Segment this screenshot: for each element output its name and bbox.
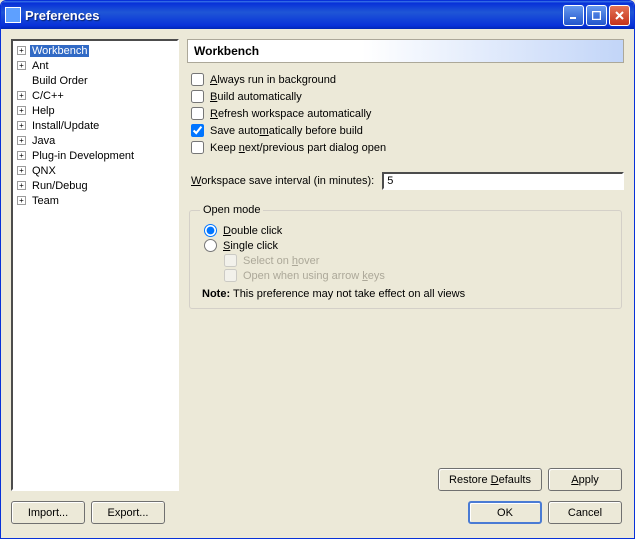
checkbox-keep-dialog[interactable] bbox=[191, 141, 204, 154]
tree-item-label: Help bbox=[30, 105, 57, 117]
tree-item-label: Build Order bbox=[30, 75, 90, 87]
label-build-automatically: Build automatically bbox=[210, 91, 302, 103]
note-label: Note: bbox=[202, 288, 230, 300]
tree-item-label: Install/Update bbox=[30, 120, 101, 132]
interval-input[interactable] bbox=[382, 172, 624, 190]
option-run-background[interactable]: Always run in background bbox=[187, 73, 624, 86]
radio-double-click[interactable] bbox=[204, 224, 217, 237]
expand-icon[interactable]: + bbox=[17, 196, 26, 205]
open-mode-group: Open mode Double click Single click Sele… bbox=[189, 204, 622, 309]
checkbox-run-background[interactable] bbox=[191, 73, 204, 86]
label-save-before-build: Save automatically before build bbox=[210, 125, 363, 137]
expand-icon[interactable]: + bbox=[17, 121, 26, 130]
tree-item-label: Java bbox=[30, 135, 57, 147]
label-double-click: Double click bbox=[223, 225, 282, 237]
radio-double-click-row[interactable]: Double click bbox=[200, 224, 611, 237]
tree-item[interactable]: + C/C++ bbox=[15, 88, 175, 103]
bottom-bar: Import... Export... OK Cancel bbox=[1, 497, 634, 532]
apply-button[interactable]: Apply bbox=[548, 468, 622, 491]
tree-item[interactable]: + Workbench bbox=[15, 43, 175, 58]
tree-item[interactable]: + Run/Debug bbox=[15, 178, 175, 193]
radio-single-click-row[interactable]: Single click bbox=[200, 239, 611, 252]
label-select-hover: Select on hover bbox=[243, 255, 319, 267]
workspace-save-interval-row: Workspace save interval (in minutes): bbox=[187, 172, 624, 190]
interval-label: Workspace save interval (in minutes): bbox=[191, 175, 374, 187]
export-button[interactable]: Export... bbox=[91, 501, 165, 524]
expand-icon[interactable]: + bbox=[17, 106, 26, 115]
option-build-automatically[interactable]: Build automatically bbox=[187, 90, 624, 103]
close-button[interactable] bbox=[609, 5, 630, 26]
tree-item[interactable]: + Plug-in Development bbox=[15, 148, 175, 163]
tree-item[interactable]: + Java bbox=[15, 133, 175, 148]
checkbox-refresh-workspace[interactable] bbox=[191, 107, 204, 120]
minimize-button[interactable] bbox=[563, 5, 584, 26]
expand-icon[interactable]: + bbox=[17, 166, 26, 175]
expand-icon[interactable]: + bbox=[17, 61, 26, 70]
expand-icon[interactable]: + bbox=[17, 91, 26, 100]
settings-panel: Workbench Always run in background Build… bbox=[187, 39, 624, 491]
expand-icon[interactable]: + bbox=[17, 46, 26, 55]
tree-item[interactable]: + QNX bbox=[15, 163, 175, 178]
option-keep-dialog[interactable]: Keep next/previous part dialog open bbox=[187, 141, 624, 154]
window-title: Preferences bbox=[25, 8, 563, 23]
checkbox-select-hover bbox=[224, 254, 237, 267]
option-select-hover: Select on hover bbox=[200, 254, 611, 267]
tree-item[interactable]: + Ant bbox=[15, 58, 175, 73]
tree-item[interactable]: + Team bbox=[15, 193, 175, 208]
label-single-click: Single click bbox=[223, 240, 278, 252]
tree-spacer bbox=[17, 76, 26, 85]
tree-item[interactable]: Build Order bbox=[15, 73, 175, 88]
open-mode-legend: Open mode bbox=[200, 204, 263, 216]
tree-item[interactable]: + Help bbox=[15, 103, 175, 118]
category-tree[interactable]: + Workbench + Ant Build Order + C/C++ + Help + Ins… bbox=[11, 39, 179, 491]
option-save-before-build[interactable]: Save automatically before build bbox=[187, 124, 624, 137]
tree-item-label: Run/Debug bbox=[30, 180, 90, 192]
app-icon bbox=[5, 7, 21, 23]
restore-defaults-button[interactable]: Restore Defaults bbox=[438, 468, 542, 491]
label-refresh-workspace: Refresh workspace automatically bbox=[210, 108, 371, 120]
option-refresh-workspace[interactable]: Refresh workspace automatically bbox=[187, 107, 624, 120]
tree-item[interactable]: + Install/Update bbox=[15, 118, 175, 133]
ok-button[interactable]: OK bbox=[468, 501, 542, 524]
tree-item-label: Workbench bbox=[30, 45, 89, 57]
label-open-arrow-keys: Open when using arrow keys bbox=[243, 270, 385, 282]
checkbox-save-before-build[interactable] bbox=[191, 124, 204, 137]
panel-title: Workbench bbox=[187, 39, 624, 63]
tree-item-label: C/C++ bbox=[30, 90, 66, 102]
maximize-button[interactable] bbox=[586, 5, 607, 26]
note-text: This preference may not take effect on a… bbox=[233, 288, 465, 300]
expand-icon[interactable]: + bbox=[17, 136, 26, 145]
open-mode-note: Note: This preference may not take effec… bbox=[200, 288, 611, 300]
tree-item-label: Ant bbox=[30, 60, 51, 72]
checkbox-open-arrow-keys bbox=[224, 269, 237, 282]
tree-item-label: Team bbox=[30, 195, 61, 207]
tree-item-label: Plug-in Development bbox=[30, 150, 136, 162]
expand-icon[interactable]: + bbox=[17, 151, 26, 160]
cancel-button[interactable]: Cancel bbox=[548, 501, 622, 524]
import-button[interactable]: Import... bbox=[11, 501, 85, 524]
option-open-arrow-keys: Open when using arrow keys bbox=[200, 269, 611, 282]
titlebar[interactable]: Preferences bbox=[1, 1, 634, 29]
label-keep-dialog: Keep next/previous part dialog open bbox=[210, 142, 386, 154]
preferences-window: Preferences + Workbench + Ant Build Order + C/… bbox=[0, 0, 635, 539]
expand-icon[interactable]: + bbox=[17, 181, 26, 190]
checkbox-build-automatically[interactable] bbox=[191, 90, 204, 103]
radio-single-click[interactable] bbox=[204, 239, 217, 252]
tree-item-label: QNX bbox=[30, 165, 58, 177]
label-run-background: Always run in background bbox=[210, 74, 336, 86]
